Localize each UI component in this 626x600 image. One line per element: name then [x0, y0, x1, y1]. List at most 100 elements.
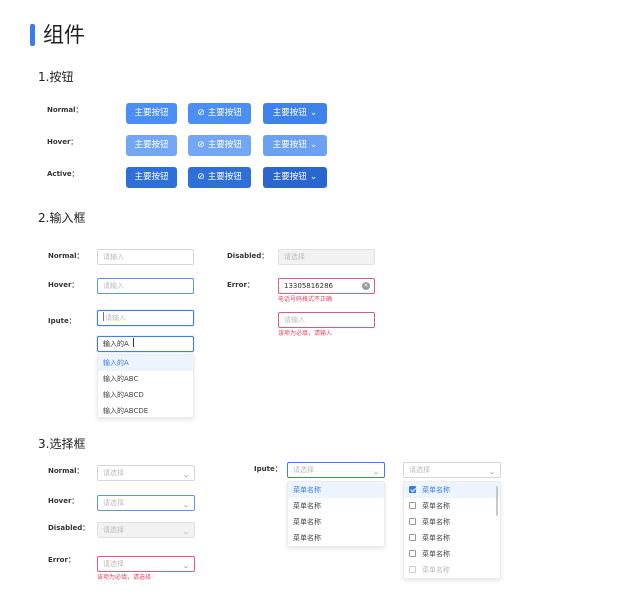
text-input-normal[interactable]: 请输入: [97, 249, 194, 265]
select-hover[interactable]: 请选择 ⌄: [97, 495, 195, 511]
primary-button-label: 主要按钮: [134, 108, 169, 119]
checkbox-checked-icon[interactable]: [409, 486, 416, 493]
split-button-label: 主要按钮: [272, 172, 307, 183]
link-icon: ⊘: [197, 140, 205, 150]
select-normal[interactable]: 请选择 ⌄: [97, 465, 195, 481]
error-message: 该项为必填，请选择: [97, 574, 152, 581]
split-button-hover[interactable]: 主要按钮 ⌄: [263, 135, 327, 156]
text-input-hover[interactable]: 请输入: [97, 278, 194, 294]
option-label: 菜单名称: [422, 502, 450, 510]
autocomplete-dropdown: 输入的A 输入的ABC 输入的ABCD 输入的ABCDE: [97, 354, 194, 418]
checkbox-icon[interactable]: [409, 518, 416, 525]
chevron-down-icon: ⌄: [182, 528, 190, 536]
select-placeholder: 请选择: [409, 466, 430, 474]
select-label-ipute: Ipute：: [254, 465, 282, 473]
autocomplete-option[interactable]: 输入的ABCDE: [98, 403, 193, 419]
select-dropdown: 菜单名称 菜单名称 菜单名称 菜单名称: [287, 481, 385, 547]
chevron-down-icon: ⌄: [182, 501, 190, 509]
select-error[interactable]: 请选择 ⌄: [97, 556, 195, 572]
link-icon: ⊘: [197, 172, 205, 182]
text-input-focused[interactable]: 请输入: [97, 310, 194, 326]
text-caret: [132, 338, 134, 347]
select-option[interactable]: 菜单名称: [288, 482, 384, 498]
checkbox-icon[interactable]: [409, 502, 416, 509]
chevron-down-icon: ⌄: [182, 562, 190, 570]
autocomplete-option[interactable]: 输入的A: [98, 355, 193, 371]
title-accent-bar: [30, 24, 35, 46]
multi-select-option[interactable]: 菜单名称: [404, 498, 500, 514]
multi-select-option[interactable]: 菜单名称: [404, 530, 500, 546]
input-value: 13305816286: [284, 282, 333, 290]
checkbox-icon[interactable]: [409, 566, 416, 573]
multi-select-option[interactable]: 菜单名称: [404, 482, 500, 498]
select-placeholder: 请选择: [103, 526, 124, 534]
input-placeholder: 请输入: [103, 282, 124, 290]
multi-select[interactable]: 请选择 ⌄: [403, 462, 501, 478]
multi-select-option[interactable]: 菜单名称: [404, 562, 500, 578]
primary-button-label: 主要按钮: [134, 140, 169, 151]
input-placeholder: 请选择: [284, 253, 305, 261]
select-placeholder: 请选择: [293, 466, 314, 474]
dropdown-scrollbar[interactable]: [496, 486, 498, 516]
input-label-error: Error：: [227, 281, 254, 289]
autocomplete-option[interactable]: 输入的ABC: [98, 371, 193, 387]
chevron-down-icon: ⌄: [488, 468, 496, 476]
multi-select-option[interactable]: 菜单名称: [404, 546, 500, 562]
multi-select-option[interactable]: 菜单名称: [404, 514, 500, 530]
select-option[interactable]: 菜单名称: [288, 498, 384, 514]
chevron-down-icon: ⌄: [309, 172, 318, 182]
select-label-disabled: Disabled：: [48, 524, 90, 532]
autocomplete-input[interactable]: 输入的A: [97, 336, 194, 352]
primary-button-normal[interactable]: 主要按钮: [126, 103, 177, 124]
split-button-normal[interactable]: 主要按钮 ⌄: [263, 103, 327, 124]
select-label-error: Error：: [48, 556, 75, 564]
option-label: 菜单名称: [422, 534, 450, 542]
primary-button-hover[interactable]: 主要按钮: [126, 135, 177, 156]
select-disabled: 请选择 ⌄: [97, 522, 195, 538]
checkbox-icon[interactable]: [409, 550, 416, 557]
text-caret: [103, 312, 104, 321]
section-title-selects: 3.选择框: [38, 437, 86, 451]
section-title-buttons: 1.按钮: [38, 70, 74, 84]
icon-button-normal[interactable]: ⊘ 主要按钮: [188, 103, 251, 124]
select-placeholder: 请选择: [103, 469, 124, 477]
input-label-normal: Normal：: [48, 252, 84, 260]
text-input-disabled: 请选择: [278, 249, 375, 265]
row-label-normal: Normal：: [47, 106, 83, 114]
input-placeholder: 请输入: [103, 253, 124, 261]
icon-button-active[interactable]: ⊘ 主要按钮: [188, 167, 251, 188]
option-label: 菜单名称: [422, 550, 450, 558]
clear-icon[interactable]: ×: [362, 282, 370, 290]
checkbox-icon[interactable]: [409, 534, 416, 541]
icon-button-hover[interactable]: ⊘ 主要按钮: [188, 135, 251, 156]
primary-button-active[interactable]: 主要按钮: [126, 167, 177, 188]
chevron-down-icon: ⌄: [182, 471, 190, 479]
icon-button-label: 主要按钮: [207, 140, 242, 151]
row-label-active: Active：: [47, 170, 79, 178]
split-button-label: 主要按钮: [272, 140, 307, 151]
select-label-normal: Normal：: [48, 467, 84, 475]
option-label: 菜单名称: [422, 566, 450, 574]
option-label: 菜单名称: [422, 518, 450, 526]
chevron-down-icon: ⌄: [309, 108, 318, 118]
text-input-required-error[interactable]: 请输入: [278, 312, 375, 328]
text-input-error[interactable]: 13305816286 ×: [278, 278, 375, 294]
select-option[interactable]: 菜单名称: [288, 530, 384, 546]
page-title: 组件: [43, 23, 85, 47]
input-label-hover: Hover：: [48, 281, 79, 289]
link-icon: ⊘: [197, 108, 205, 118]
row-label-hover: Hover：: [47, 138, 78, 146]
error-message: 电话号码格式不正确: [278, 296, 333, 303]
chevron-down-icon: ⌄: [309, 140, 318, 150]
select-label-hover: Hover：: [48, 497, 79, 505]
icon-button-label: 主要按钮: [207, 172, 242, 183]
select-open[interactable]: 请选择 ⌄: [287, 462, 385, 478]
section-title-inputs: 2.输入框: [38, 211, 86, 225]
split-button-active[interactable]: 主要按钮 ⌄: [263, 167, 327, 188]
multi-select-dropdown: 菜单名称 菜单名称 菜单名称 菜单名称 菜单名称 菜单名称: [403, 481, 501, 579]
select-placeholder: 请选择: [103, 560, 124, 568]
select-option[interactable]: 菜单名称: [288, 514, 384, 530]
option-label: 菜单名称: [422, 486, 450, 494]
primary-button-label: 主要按钮: [134, 172, 169, 183]
autocomplete-option[interactable]: 输入的ABCD: [98, 387, 193, 403]
